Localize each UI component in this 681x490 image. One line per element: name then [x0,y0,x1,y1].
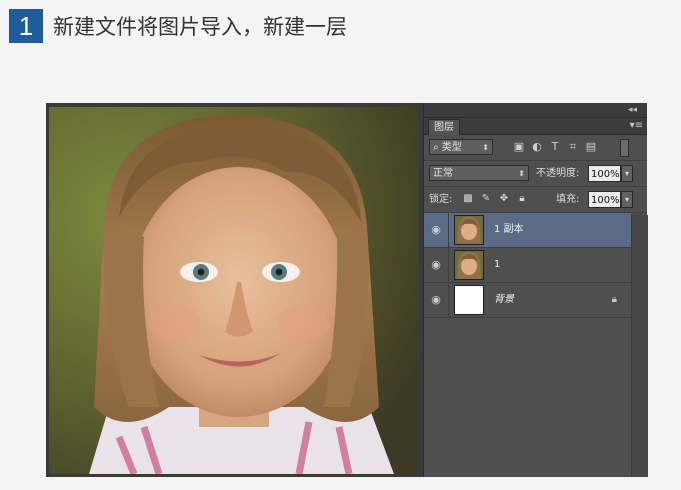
layers-scrollbar[interactable] [631,215,648,477]
layer-name: 1 副本 [494,224,524,235]
panel-menu-icon[interactable]: ▾≡ [630,119,643,133]
lock-label: 锁定: [429,194,453,205]
filter-kind-label: 类型 [441,142,462,153]
blend-mode-label: 正常 [433,168,453,179]
layer-name: 背景 [494,294,514,305]
collapse-panel-icon[interactable]: ◂◂ [628,103,637,117]
shape-filter-icon[interactable]: ⌗ [566,140,580,154]
eye-icon[interactable]: ◉ [424,248,449,282]
fill-label: 填充: [556,194,580,205]
layers-list: ◉ 1 副本 ◉ 1 ◉ 背景 🔒︎ [424,213,647,475]
tab-layers[interactable]: 图层 [428,119,460,135]
panel-tab-bar: 图层 ▾≡ [424,118,647,135]
step-title: 新建文件将图片导入，新建一层 [53,15,347,39]
step-number-badge: 1 [9,9,43,43]
search-icon: ⌕ [433,142,439,153]
dropdown-arrow-icon: ⬍ [518,169,525,178]
canvas-photo [49,107,418,474]
filter-toggle-switch[interactable] [620,139,629,157]
lock-transparent-pixels-icon[interactable]: ▩ [462,193,474,205]
layer-thumbnail [454,250,484,280]
lock-image-pixels-icon[interactable]: ✎ [480,193,492,205]
opacity-slider-arrow[interactable]: ▾ [621,165,633,182]
type-filter-icon[interactable]: T [548,140,562,154]
smart-object-filter-icon[interactable]: ▤ [584,140,598,154]
adjustment-filter-icon[interactable]: ◐ [530,140,544,154]
panel-top-strip: ◂◂ [424,103,647,118]
layer-filter-row: ⌕ 类型 ⬍ ▣ ◐ T ⌗ ▤ [424,135,647,161]
blend-row: 正常 ⬍ 不透明度: 100% ▾ [424,161,647,187]
layer-row[interactable]: ◉ 1 副本 [424,213,631,248]
lock-row: 锁定: ▩ ✎ ✥ 🔒︎ 填充: 100% ▾ [424,187,647,213]
opacity-label: 不透明度: [536,168,580,179]
eye-icon[interactable]: ◉ [424,283,449,317]
layer-thumbnail [454,215,484,245]
layer-thumbnail [454,285,484,315]
fill-slider-arrow[interactable]: ▾ [621,191,633,208]
lock-all-icon[interactable]: 🔒︎ [516,193,528,205]
layers-panel: ◂◂ 图层 ▾≡ ⌕ 类型 ⬍ ▣ ◐ T ⌗ ▤ 正常 ⬍ 不透明度: 100… [423,103,648,477]
dropdown-arrow-icon: ⬍ [482,143,489,152]
photoshop-workspace: ◂◂ 图层 ▾≡ ⌕ 类型 ⬍ ▣ ◐ T ⌗ ▤ 正常 ⬍ 不透明度: 100… [46,103,648,477]
filter-kind-dropdown[interactable]: ⌕ 类型 ⬍ [429,139,493,155]
lock-position-icon[interactable]: ✥ [498,193,510,205]
layer-row[interactable]: ◉ 背景 🔒︎ [424,283,631,318]
blend-mode-dropdown[interactable]: 正常 ⬍ [429,165,529,181]
lock-icon: 🔒︎ [611,294,617,305]
layer-row[interactable]: ◉ 1 [424,248,631,283]
eye-icon[interactable]: ◉ [424,213,449,247]
layer-name: 1 [494,259,501,270]
fill-field[interactable]: 100% [588,191,621,208]
image-filter-icon[interactable]: ▣ [512,140,526,154]
opacity-field[interactable]: 100% [588,165,621,182]
